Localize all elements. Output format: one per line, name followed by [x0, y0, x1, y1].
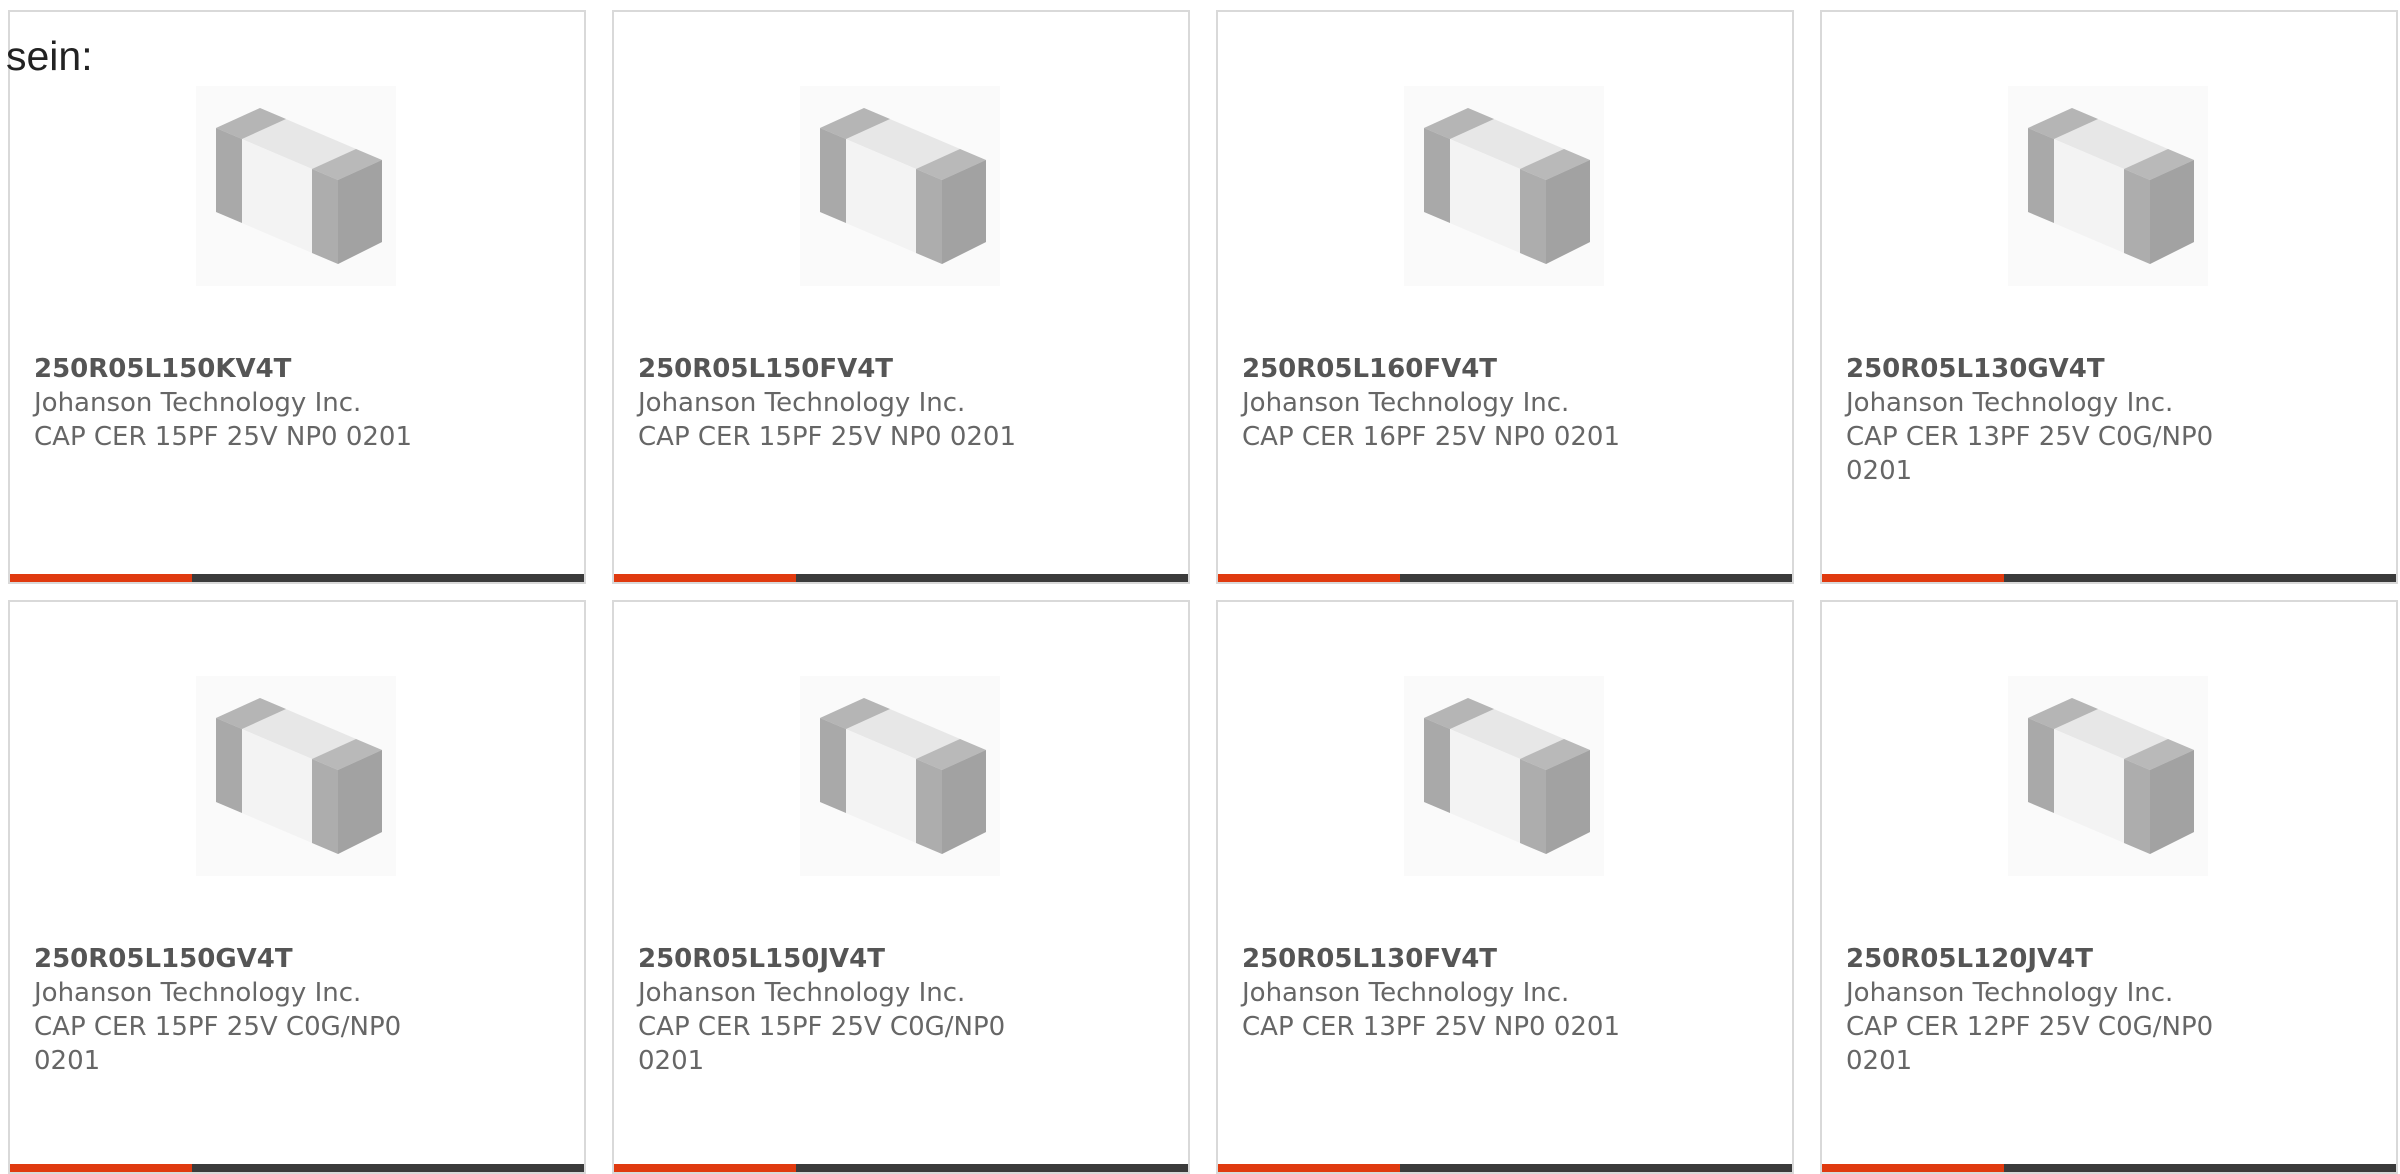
product-card[interactable]: 250R05L150JV4T Johanson Technology Inc. …: [612, 600, 1190, 1174]
product-description: CAP CER 15PF 25V C0G/NP0 0201: [638, 1012, 1006, 1076]
product-card[interactable]: 250R05L130FV4T Johanson Technology Inc. …: [1216, 600, 1794, 1174]
product-info: 250R05L150GV4T Johanson Technology Inc. …: [34, 942, 454, 1078]
card-footer-bar: [1218, 574, 1792, 582]
card-accent-bar: [1218, 574, 1400, 582]
product-info: 250R05L150JV4T Johanson Technology Inc. …: [638, 942, 1058, 1078]
product-card[interactable]: 250R05L150GV4T Johanson Technology Inc. …: [8, 600, 586, 1174]
manufacturer-name: Johanson Technology Inc.: [638, 978, 966, 1008]
product-grid: 250R05L150KV4T Johanson Technology Inc. …: [8, 10, 2398, 1174]
part-number-link[interactable]: 250R05L130GV4T: [1846, 352, 2266, 386]
chip-capacitor-image[interactable]: [196, 86, 396, 286]
card-accent-bar: [10, 574, 192, 582]
card-accent-bar: [10, 1164, 192, 1172]
product-info: 250R05L150FV4T Johanson Technology Inc. …: [638, 352, 1058, 454]
product-card[interactable]: 250R05L120JV4T Johanson Technology Inc. …: [1820, 600, 2398, 1174]
manufacturer-name: Johanson Technology Inc.: [34, 388, 362, 418]
manufacturer-name: Johanson Technology Inc.: [1242, 388, 1570, 418]
product-description: CAP CER 16PF 25V NP0 0201: [1242, 422, 1621, 452]
card-footer-bar: [614, 574, 1188, 582]
manufacturer-name: Johanson Technology Inc.: [1846, 388, 2174, 418]
part-number-link[interactable]: 250R05L150GV4T: [34, 942, 454, 976]
card-accent-bar: [1822, 574, 2004, 582]
product-description: CAP CER 13PF 25V C0G/NP0 0201: [1846, 422, 2214, 486]
chip-capacitor-image[interactable]: [196, 676, 396, 876]
card-accent-bar: [614, 574, 796, 582]
card-footer-bar: [1822, 574, 2396, 582]
chip-capacitor-image[interactable]: [800, 676, 1000, 876]
card-accent-bar: [1218, 1164, 1400, 1172]
chip-capacitor-image[interactable]: [1404, 86, 1604, 286]
intro-text: sein:: [6, 33, 93, 79]
product-description: CAP CER 12PF 25V C0G/NP0 0201: [1846, 1012, 2214, 1076]
part-number-link[interactable]: 250R05L160FV4T: [1242, 352, 1662, 386]
card-footer-bar: [10, 1164, 584, 1172]
product-info: 250R05L130GV4T Johanson Technology Inc. …: [1846, 352, 2266, 488]
product-card[interactable]: 250R05L150FV4T Johanson Technology Inc. …: [612, 10, 1190, 584]
part-number-link[interactable]: 250R05L150JV4T: [638, 942, 1058, 976]
product-info: 250R05L160FV4T Johanson Technology Inc. …: [1242, 352, 1662, 454]
part-number-link[interactable]: 250R05L150KV4T: [34, 352, 454, 386]
product-description: CAP CER 13PF 25V NP0 0201: [1242, 1012, 1621, 1042]
card-footer-bar: [614, 1164, 1188, 1172]
chip-capacitor-image[interactable]: [2008, 676, 2208, 876]
product-card[interactable]: 250R05L150KV4T Johanson Technology Inc. …: [8, 10, 586, 584]
product-card[interactable]: 250R05L130GV4T Johanson Technology Inc. …: [1820, 10, 2398, 584]
chip-capacitor-image[interactable]: [800, 86, 1000, 286]
part-number-link[interactable]: 250R05L130FV4T: [1242, 942, 1662, 976]
product-info: 250R05L130FV4T Johanson Technology Inc. …: [1242, 942, 1662, 1044]
chip-capacitor-image[interactable]: [1404, 676, 1604, 876]
product-description: CAP CER 15PF 25V NP0 0201: [34, 422, 413, 452]
manufacturer-name: Johanson Technology Inc.: [1846, 978, 2174, 1008]
card-footer-bar: [10, 574, 584, 582]
card-accent-bar: [1822, 1164, 2004, 1172]
product-description: CAP CER 15PF 25V C0G/NP0 0201: [34, 1012, 402, 1076]
product-info: 250R05L120JV4T Johanson Technology Inc. …: [1846, 942, 2266, 1078]
product-description: CAP CER 15PF 25V NP0 0201: [638, 422, 1017, 452]
chip-capacitor-image[interactable]: [2008, 86, 2208, 286]
product-card[interactable]: 250R05L160FV4T Johanson Technology Inc. …: [1216, 10, 1794, 584]
card-footer-bar: [1822, 1164, 2396, 1172]
card-accent-bar: [614, 1164, 796, 1172]
manufacturer-name: Johanson Technology Inc.: [1242, 978, 1570, 1008]
manufacturer-name: Johanson Technology Inc.: [34, 978, 362, 1008]
manufacturer-name: Johanson Technology Inc.: [638, 388, 966, 418]
product-info: 250R05L150KV4T Johanson Technology Inc. …: [34, 352, 454, 454]
card-footer-bar: [1218, 1164, 1792, 1172]
part-number-link[interactable]: 250R05L150FV4T: [638, 352, 1058, 386]
part-number-link[interactable]: 250R05L120JV4T: [1846, 942, 2266, 976]
